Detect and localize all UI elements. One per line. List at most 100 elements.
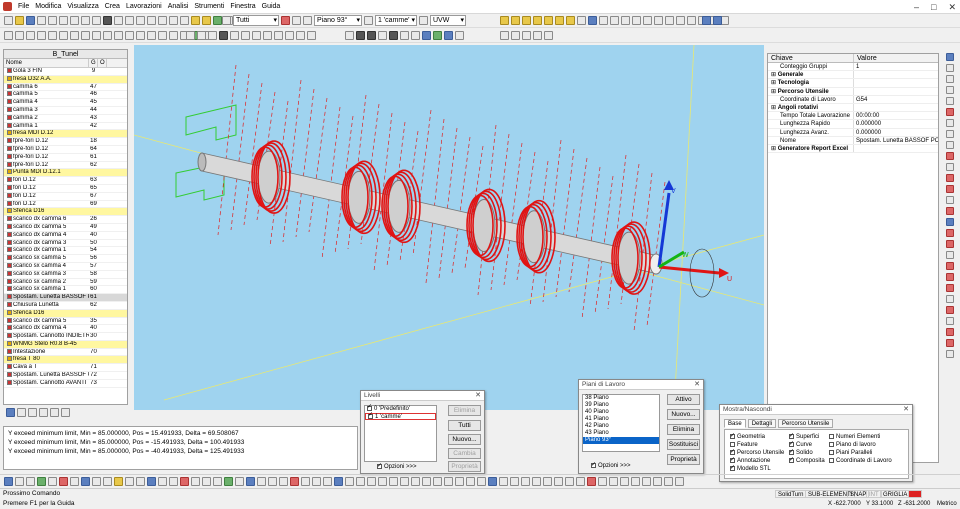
sim-pause-icon[interactable]	[274, 31, 283, 40]
side-tool-11-icon[interactable]	[946, 163, 954, 171]
bottom-tool-18-icon[interactable]	[191, 477, 200, 486]
show-hide-option[interactable]: Piano di lavoro	[829, 441, 892, 449]
col-o[interactable]: O	[98, 59, 107, 67]
toolpath-6-icon[interactable]	[136, 31, 145, 40]
line-icon[interactable]	[676, 16, 685, 25]
bottom-tool-5-icon[interactable]	[48, 477, 57, 486]
bottom-tool-6-icon[interactable]	[59, 477, 68, 486]
toolpath-5-icon[interactable]	[125, 31, 134, 40]
side-tool-14-icon[interactable]	[946, 196, 954, 204]
tree-row[interactable]: scarico dx camma 6 26	[4, 216, 127, 224]
bottom-tool-58-icon[interactable]	[631, 477, 640, 486]
tree-row[interactable]: WNMG Stelo R0.8 B-45	[4, 340, 127, 349]
menu-lavorazioni[interactable]: Lavorazioni	[126, 3, 162, 10]
bottom-tool-60-icon[interactable]	[653, 477, 662, 486]
tree-row[interactable]: fori D.12 63	[4, 177, 127, 185]
workplane-activate-button[interactable]: Attivo	[667, 394, 700, 405]
toolpath-8-icon[interactable]	[158, 31, 167, 40]
3d-viewport[interactable]: V U W	[133, 44, 765, 411]
doc-5-icon[interactable]	[48, 31, 57, 40]
bottom-tool-33-icon[interactable]	[356, 477, 365, 486]
show-hide-option[interactable]: Geometria	[730, 432, 784, 441]
tree-row[interactable]: scarico dx camma 4 40	[4, 325, 127, 334]
tree-row[interactable]: fresa D32 A.A.	[4, 75, 127, 84]
copy-icon[interactable]	[59, 16, 68, 25]
delete-icon[interactable]	[281, 16, 290, 25]
bottom-tool-14-icon[interactable]	[147, 477, 156, 486]
props-row[interactable]: Angoli rotativi	[768, 103, 938, 113]
tree-row[interactable]: Intestazione 70	[4, 348, 127, 357]
bottom-tool-24-icon[interactable]	[257, 477, 266, 486]
side-tool-8-icon[interactable]	[946, 130, 954, 138]
menu-crea[interactable]: Crea	[105, 3, 120, 10]
zoom-window-icon[interactable]	[136, 16, 145, 25]
tree-row[interactable]: fori D.12 69	[4, 200, 127, 209]
side-tool-20-icon[interactable]	[946, 262, 954, 270]
bottom-tool-43-icon[interactable]	[466, 477, 475, 486]
layer-item[interactable]: 0 'Predefinito'	[365, 404, 436, 413]
tree-row[interactable]: scarico dx camma 5 49	[4, 223, 127, 232]
bottom-tool-23-icon[interactable]	[246, 477, 255, 486]
view-right-icon[interactable]	[522, 16, 531, 25]
tree-row[interactable]: fori D.12 65	[4, 184, 127, 193]
bottom-tool-26-icon[interactable]	[279, 477, 288, 486]
tree-row[interactable]: camma 3 44	[4, 106, 127, 115]
bottom-tool-34-icon[interactable]	[367, 477, 376, 486]
sim-play-icon[interactable]	[219, 31, 228, 40]
edit-4-icon[interactable]	[533, 31, 542, 40]
select-icon[interactable]	[213, 16, 222, 25]
tree-row[interactable]: fpre-fori D.12 18	[4, 138, 127, 146]
tree-tab-stock-icon[interactable]	[50, 408, 59, 417]
side-tool-10-icon[interactable]	[946, 152, 954, 160]
render-4-icon[interactable]	[378, 31, 387, 40]
bottom-tool-9-icon[interactable]	[92, 477, 101, 486]
paste-icon[interactable]	[70, 16, 79, 25]
zoom-out-icon[interactable]	[125, 16, 134, 25]
view-front-icon[interactable]	[511, 16, 520, 25]
render-10-icon[interactable]	[444, 31, 453, 40]
tree-row[interactable]: Punta MDI D.12.1	[4, 169, 127, 178]
side-tool-1-icon[interactable]	[946, 53, 954, 61]
show-hide-checkbox[interactable]	[730, 456, 735, 464]
dimension-icon[interactable]	[643, 16, 652, 25]
bottom-tool-35-icon[interactable]	[378, 477, 387, 486]
layers-properties-button[interactable]: Proprietà	[448, 461, 481, 472]
workplane-item[interactable]: 40 Piano	[583, 409, 659, 416]
side-tool-12-icon[interactable]	[946, 174, 954, 182]
axis-icon[interactable]	[702, 16, 711, 25]
side-tool-28-icon[interactable]	[946, 350, 954, 358]
props-row[interactable]: Coordinate di Lavoro G54	[768, 95, 938, 104]
side-tool-22-icon[interactable]	[946, 284, 954, 292]
show-hide-option[interactable]: Feature	[730, 441, 784, 449]
workplanes-options[interactable]: Opzioni >>>	[591, 461, 631, 469]
bottom-tool-11-icon[interactable]	[114, 477, 123, 486]
zoom-previous-icon[interactable]	[158, 16, 167, 25]
bottom-tool-39-icon[interactable]	[422, 477, 431, 486]
doc-3-icon[interactable]	[26, 31, 35, 40]
side-tool-25-icon[interactable]	[946, 317, 954, 325]
bottom-tool-49-icon[interactable]	[532, 477, 541, 486]
side-tool-21-icon[interactable]	[946, 273, 954, 281]
bottom-tool-28-icon[interactable]	[301, 477, 310, 486]
side-tool-26-icon[interactable]	[946, 328, 954, 336]
zoom-in-icon[interactable]	[114, 16, 123, 25]
rotate-icon[interactable]	[180, 16, 189, 25]
bottom-tool-13-icon[interactable]	[136, 477, 145, 486]
bottom-tool-55-icon[interactable]	[598, 477, 607, 486]
toolpath-4-icon[interactable]	[114, 31, 123, 40]
edit-5-icon[interactable]	[544, 31, 553, 40]
cut-icon[interactable]	[48, 16, 57, 25]
tree-row[interactable]: Gola 3 FIN 9	[4, 68, 127, 76]
bottom-tool-15-icon[interactable]	[158, 477, 167, 486]
bottom-tool-2-icon[interactable]	[15, 477, 24, 486]
tree-row[interactable]: Cava a T 71	[4, 364, 127, 373]
sim-speed-icon[interactable]	[296, 31, 305, 40]
workplanes-options-checkbox[interactable]	[591, 461, 596, 468]
tree-row[interactable]: scarico dx camma 3 50	[4, 239, 127, 248]
bottom-tool-8-icon[interactable]	[81, 477, 90, 486]
bottom-tool-42-icon[interactable]	[455, 477, 464, 486]
workplane-item[interactable]: 39 Piano	[583, 402, 659, 409]
bottom-tool-62-icon[interactable]	[675, 477, 684, 486]
tree-row[interactable]: fpre-fori D.12 64	[4, 145, 127, 154]
side-tool-4-icon[interactable]	[946, 86, 954, 94]
